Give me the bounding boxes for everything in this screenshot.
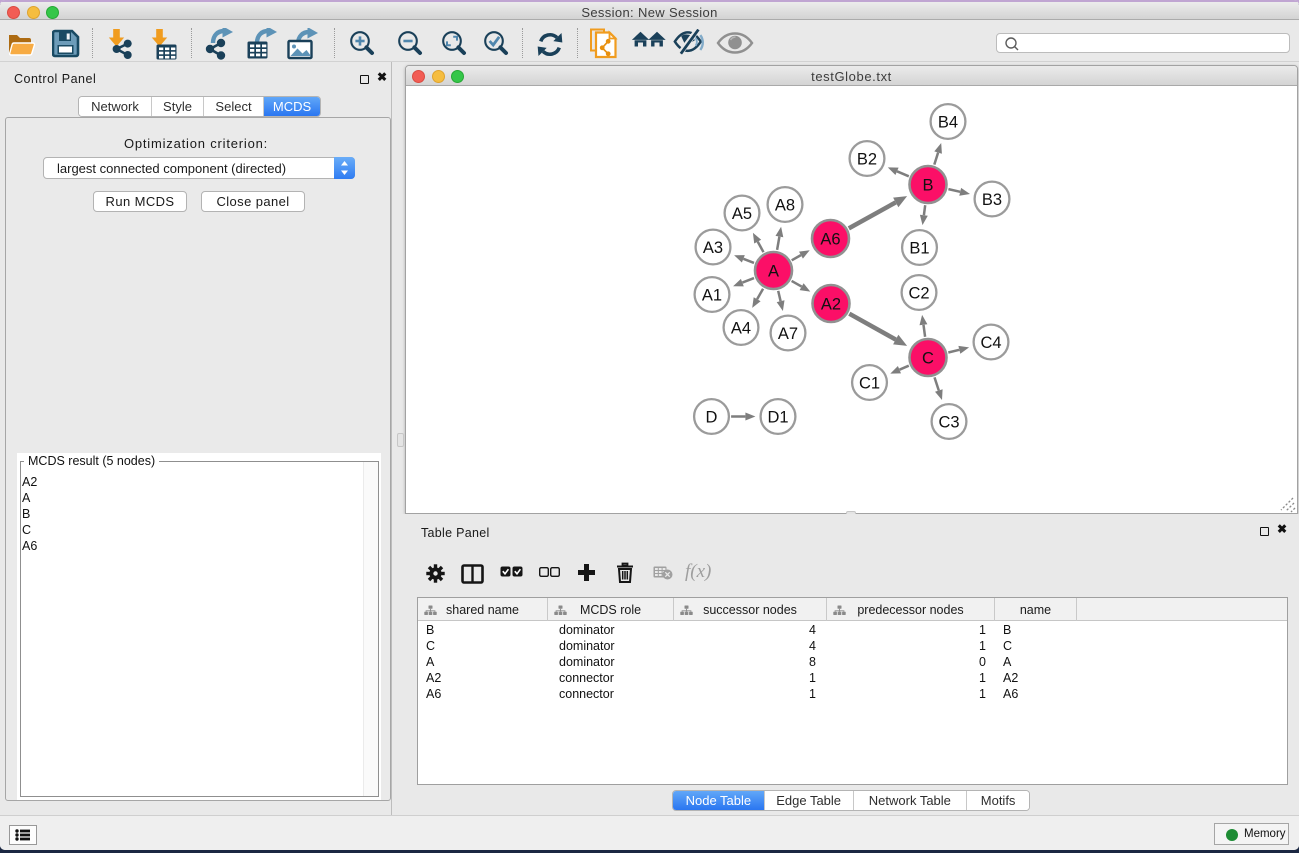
- svg-text:C1: C1: [859, 374, 880, 392]
- svg-text:A5: A5: [732, 205, 752, 223]
- svg-text:A: A: [768, 262, 779, 280]
- svg-text:B4: B4: [938, 113, 958, 131]
- svg-text:C: C: [922, 349, 934, 367]
- svg-text:B: B: [922, 176, 933, 194]
- svg-text:B2: B2: [857, 150, 877, 168]
- svg-text:A3: A3: [703, 239, 723, 257]
- svg-text:A1: A1: [702, 286, 722, 304]
- svg-text:B3: B3: [982, 191, 1002, 209]
- svg-text:D: D: [706, 408, 718, 426]
- svg-text:A6: A6: [820, 230, 840, 248]
- svg-text:D1: D1: [767, 408, 788, 426]
- svg-text:B1: B1: [909, 239, 929, 257]
- svg-text:A7: A7: [778, 325, 798, 343]
- svg-text:A2: A2: [821, 295, 841, 313]
- svg-text:A8: A8: [775, 196, 795, 214]
- svg-text:C2: C2: [908, 284, 929, 302]
- svg-text:C4: C4: [980, 334, 1001, 352]
- svg-text:A4: A4: [731, 319, 751, 337]
- svg-text:C3: C3: [938, 413, 959, 431]
